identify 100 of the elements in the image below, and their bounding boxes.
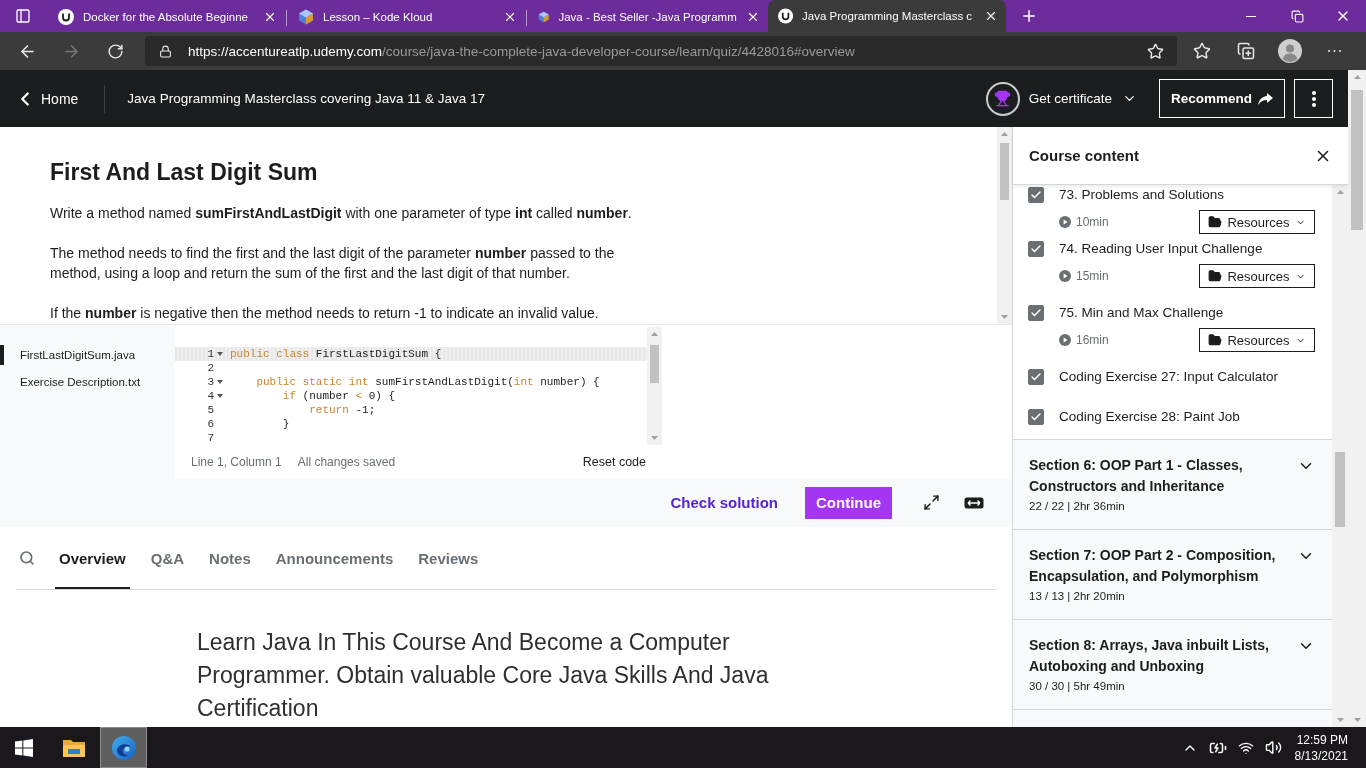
- menu-button[interactable]: [1294, 79, 1333, 118]
- logo-icon: [58, 9, 74, 25]
- section-title: Section 7: OOP Part 2 - Composition, Encapsulation, and Polymorphism: [1029, 546, 1277, 586]
- checkbox[interactable]: [1028, 409, 1044, 425]
- section-title: Section 8: Arrays, Java inbuilt Lists, Autoboxing and Unboxing: [1029, 636, 1270, 676]
- tick-icon: [1030, 243, 1042, 255]
- folder-icon: [1208, 333, 1223, 347]
- sidebar-title: Course content: [1029, 147, 1139, 164]
- lesson-title[interactable]: 73. Problems and Solutions: [1059, 185, 1315, 205]
- arrow-up-icon: [651, 332, 658, 336]
- resources-button[interactable]: Resources: [1199, 210, 1315, 234]
- scrollbar-thumb[interactable]: [1000, 143, 1009, 200]
- page-tab[interactable]: Q&A: [146, 527, 189, 589]
- play-icon: [1059, 270, 1071, 282]
- swirl-logo-icon: [110, 734, 137, 761]
- close-icon: [503, 10, 517, 24]
- arrow-up-icon: [1336, 190, 1344, 194]
- star-icon[interactable]: [1147, 42, 1164, 60]
- section-summary: 13 / 13 | 2hr 20min: [1029, 589, 1126, 604]
- scrollbar[interactable]: [997, 127, 1012, 324]
- lesson-title[interactable]: 75. Min and Max Challenge: [1059, 303, 1315, 323]
- scrollbar-thumb[interactable]: [1351, 90, 1363, 230]
- restore-icon: [1290, 9, 1304, 23]
- trophy-icon: [985, 81, 1020, 116]
- expand-icon: [922, 494, 940, 511]
- clock[interactable]: 12:59 PM 8/13/2021: [1294, 731, 1348, 764]
- home-link[interactable]: Home: [14, 87, 79, 110]
- scrollbar[interactable]: [1348, 70, 1366, 727]
- star-icon: [1193, 42, 1211, 60]
- recommend-button[interactable]: Recommend: [1159, 79, 1285, 118]
- tick-icon: [1030, 371, 1042, 383]
- scrollbar-thumb[interactable]: [650, 345, 659, 383]
- scrollbar-thumb[interactable]: [1335, 452, 1345, 527]
- browser-tab[interactable]: Java Programming Masterclass c: [768, 0, 1006, 32]
- expand-width-icon: [964, 496, 984, 509]
- browser-tab[interactable]: Lesson – Kode Kloud: [288, 2, 526, 32]
- continue-button[interactable]: Continue: [805, 486, 892, 519]
- arrow-down-icon: [1336, 718, 1344, 722]
- file-tab[interactable]: Exercise Description.txt: [0, 372, 175, 392]
- panel-icon: [15, 8, 31, 24]
- folder-icon: [61, 737, 86, 758]
- save-status: All changes saved: [297, 454, 396, 469]
- scrollbar[interactable]: [647, 327, 662, 445]
- line-number: 4: [206, 389, 214, 403]
- scrollbar[interactable]: [1332, 185, 1348, 727]
- browser-tab[interactable]: Docker for the Absolute Beginne: [48, 2, 286, 32]
- page-tab[interactable]: Notes: [205, 527, 255, 589]
- date: 8/13/2021: [1294, 747, 1348, 764]
- page-tab[interactable]: Reviews: [414, 527, 483, 589]
- browser-tab[interactable]: Java - Best Seller -Java Programm: [528, 2, 766, 32]
- section-summary: 30 / 30 | 5hr 49min: [1029, 679, 1126, 694]
- close-icon: [263, 10, 277, 24]
- arrow-down-icon: [651, 436, 658, 440]
- address-field[interactable]: https://accentureatlp.udemy.com/course/java-the-complete-java-developer-course/learn/quiz/4428016#overview: [145, 36, 1177, 66]
- minimize-icon: [1246, 15, 1256, 17]
- arrow-down-icon: [1353, 718, 1361, 722]
- checkbox[interactable]: [1028, 241, 1044, 257]
- arrow-down-icon: [1001, 315, 1008, 319]
- course-title: Java Programming Masterclass covering Java 11 & Java 17: [127, 91, 486, 106]
- code-line: if (number < 0) {: [281, 389, 396, 403]
- cursor-position: Line 1, Column 1: [191, 454, 282, 469]
- page-tab[interactable]: Announcements: [271, 527, 398, 589]
- overview-headline: Learn Java In This Course And Become a Computer Programmer. Obtain valuable Core Java Skills And Java Certification: [197, 628, 770, 723]
- paragraph: The method needs to find the first and the last digit of the parameter number passed to the method, using a loop and return the sum of the first and the last digit of that number.: [50, 244, 616, 283]
- line-number: 3: [206, 375, 214, 389]
- logo-icon: [778, 8, 794, 24]
- page-tab[interactable]: Overview: [55, 527, 130, 589]
- resources-button[interactable]: Resources: [1199, 264, 1315, 288]
- checkbox[interactable]: [1028, 305, 1044, 321]
- resources-button[interactable]: Resources: [1199, 328, 1315, 352]
- squares-plus-icon: [1237, 42, 1255, 60]
- play-icon: [1059, 334, 1071, 346]
- tick-icon: [1030, 411, 1042, 423]
- duration: 10min: [1076, 215, 1109, 229]
- share-arrow-icon: [1258, 92, 1273, 105]
- paragraph: If the number is negative then the method needs to return -1 to indicate an invalid value.: [50, 304, 600, 323]
- checkbox[interactable]: [1028, 187, 1044, 203]
- volume-icon[interactable]: [1264, 739, 1282, 756]
- lock-icon: [159, 44, 172, 58]
- certificate-button[interactable]: Get certificate: [1019, 79, 1145, 118]
- cube-icon: [538, 9, 550, 25]
- checkbox[interactable]: [1028, 369, 1044, 385]
- line-number: 2: [206, 361, 214, 375]
- check-solution-button[interactable]: Check solution: [670, 494, 778, 511]
- plus-icon: [1020, 7, 1038, 25]
- duration: 15min: [1076, 269, 1109, 283]
- code-line: return -1;: [308, 403, 376, 417]
- reset-code-button[interactable]: Reset code: [582, 454, 646, 469]
- lesson-title[interactable]: 74. Reading User Input Challenge: [1059, 239, 1315, 259]
- search-icon: [19, 550, 35, 566]
- line-number: 7: [206, 431, 214, 445]
- paragraph: Write a method named sumFirstAndLastDigit with one parameter of type int called number.: [50, 204, 633, 223]
- windows-logo-icon: [14, 738, 33, 757]
- line-number: 5: [206, 403, 214, 417]
- tick-icon: [1030, 189, 1042, 201]
- code-line: public class FirstLastDigitSum {: [229, 347, 442, 361]
- arrow-up-icon: [1353, 75, 1361, 79]
- code-line: }: [281, 417, 290, 431]
- refresh-icon: [106, 42, 124, 60]
- tick-icon: [1030, 307, 1042, 319]
